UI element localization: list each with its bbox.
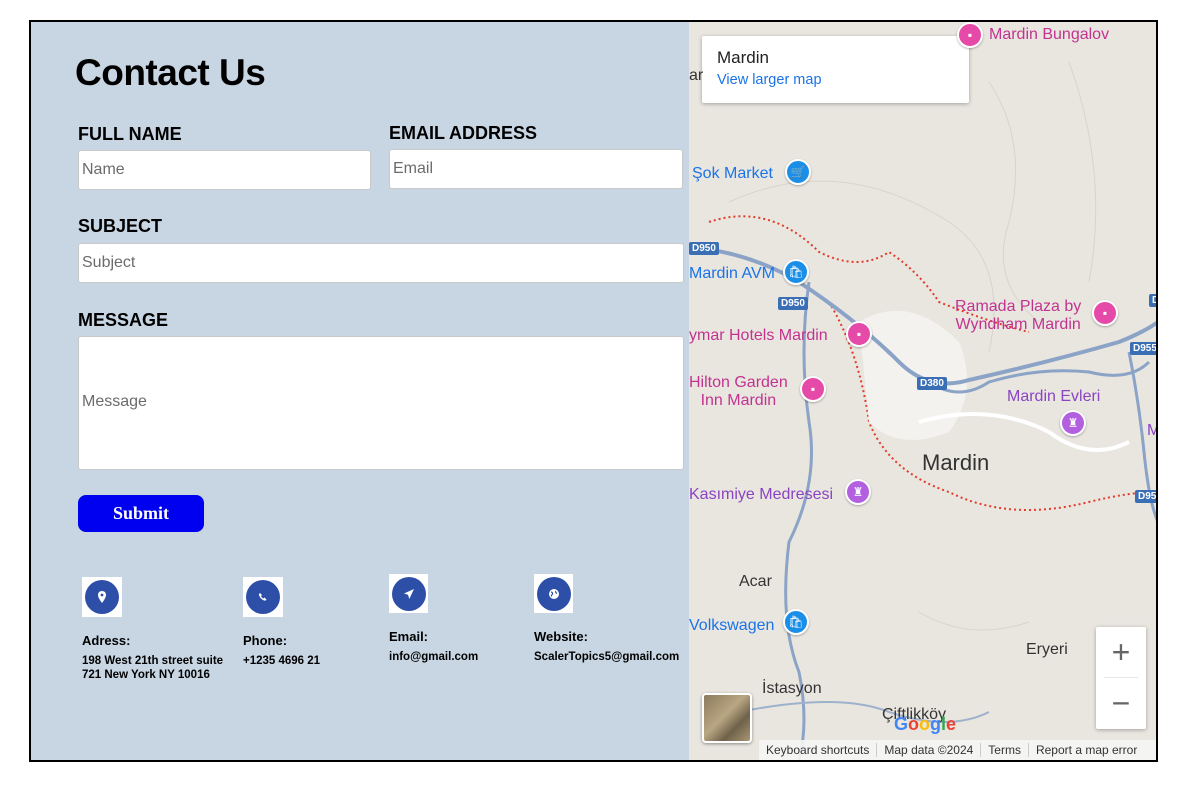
phone-icon: [246, 580, 280, 614]
view-larger-map-link[interactable]: View larger map: [717, 72, 954, 88]
address-value: 198 West 21th street suite 721 New York …: [82, 655, 224, 681]
road-label-d955: D955: [1130, 342, 1156, 355]
email-input[interactable]: [389, 149, 683, 189]
website-heading: Website:: [534, 629, 588, 644]
car-dealer-pin-icon[interactable]: 🛍: [783, 609, 809, 635]
email-address-label: EMAIL ADDRESS: [389, 123, 538, 143]
shopping-bag-pin-icon[interactable]: 🛍: [783, 259, 809, 285]
map-label-eryeri: Eryeri: [1026, 641, 1068, 658]
subject-label: SUBJECT: [78, 216, 163, 236]
place-name: Mardin: [717, 48, 769, 67]
map-label-mardin-bungalov[interactable]: Mardin Bungalov: [989, 26, 1109, 44]
zoom-out-button[interactable]: −: [1096, 678, 1146, 728]
map-data-text: Map data ©2024: [877, 743, 982, 757]
full-name-label: FULL NAME: [78, 124, 182, 144]
phone-value: +1235 4696 21: [243, 655, 321, 667]
contact-form-panel: Contact Us FULL NAME EMAIL ADDRESS SUBJE…: [31, 22, 689, 760]
hotel-pin-icon-aymar[interactable]: ▪: [846, 321, 872, 347]
map-label-volkswagen[interactable]: Volkswagen: [689, 617, 774, 635]
map-label-sok-market[interactable]: Şok Market: [692, 165, 773, 183]
website-value: ScalerTopics5@gmail.com: [534, 651, 680, 663]
phone-info: Phone: +1235 4696 21: [243, 577, 383, 668]
map-label-acar: Acar: [739, 573, 772, 590]
road-label-d: D: [1149, 294, 1156, 307]
map-label-hilton[interactable]: Hilton Garden Inn Mardin: [689, 374, 788, 410]
map-label-edge-m: M: [1147, 422, 1156, 440]
hotel-pin-icon-hilton[interactable]: ▪: [800, 376, 826, 402]
landmark-pin-icon-kasimiye[interactable]: ♜: [845, 479, 871, 505]
location-icon: [85, 580, 119, 614]
road-label-d95: D95: [1135, 490, 1156, 503]
satellite-toggle-thumbnail[interactable]: [702, 693, 752, 743]
email-info: Email: info@gmail.com: [389, 574, 529, 664]
map-label-aymar[interactable]: ymar Hotels Mardin: [689, 327, 828, 345]
road-label-d950-a: D950: [689, 242, 719, 255]
full-name-input[interactable]: [78, 150, 371, 190]
address-heading: Adress:: [82, 633, 131, 648]
send-icon: [391, 576, 426, 611]
page-title: Contact Us: [75, 52, 266, 93]
address-info: Adress: 198 West 21th street suite 721 N…: [82, 577, 232, 682]
google-logo: Google: [894, 714, 957, 734]
subject-input[interactable]: [78, 243, 684, 283]
submit-button[interactable]: Submit: [78, 495, 204, 532]
email-heading: Email:: [389, 629, 429, 644]
map-label-mardin-evleri[interactable]: Mardin Evleri: [1007, 388, 1100, 406]
map-label-edge-ar: ar: [689, 67, 704, 84]
contact-page-frame: Contact Us FULL NAME EMAIL ADDRESS SUBJE…: [29, 20, 1158, 762]
email-value: info@gmail.com: [389, 651, 479, 663]
zoom-controls: + −: [1096, 627, 1146, 729]
hotel-pin-icon[interactable]: ▪: [957, 22, 983, 48]
map-label-city-mardin: Mardin: [922, 450, 990, 475]
globe-icon: [536, 576, 571, 611]
map-footer: Keyboard shortcuts Map data ©2024 Terms …: [759, 740, 1156, 760]
website-info: Website: ScalerTopics5@gmail.com: [534, 574, 689, 664]
zoom-in-button[interactable]: +: [1096, 627, 1146, 677]
map-label-kasimiye[interactable]: Kasımiye Medresesi: [689, 486, 833, 504]
map-label-istasyon: İstasyon: [762, 680, 822, 697]
message-textarea[interactable]: [78, 336, 684, 470]
report-map-error-link[interactable]: Report a map error: [1029, 743, 1144, 757]
road-label-d950-b: D950: [778, 297, 808, 310]
keyboard-shortcuts-link[interactable]: Keyboard shortcuts: [759, 743, 878, 757]
hotel-pin-icon-ramada[interactable]: ▪: [1092, 300, 1118, 326]
map-label-ramada[interactable]: Ramada Plaza by Wyndham Mardin: [955, 298, 1081, 334]
landmark-pin-icon-evleri[interactable]: ♜: [1060, 410, 1086, 436]
shopping-cart-pin-icon[interactable]: 🛒: [785, 159, 811, 185]
message-label: MESSAGE: [78, 310, 169, 330]
phone-heading: Phone:: [243, 633, 288, 648]
place-card: Mardin View larger map: [702, 36, 969, 103]
terms-link[interactable]: Terms: [981, 743, 1029, 757]
map-label-mardin-avm[interactable]: Mardin AVM: [689, 265, 775, 283]
embedded-map[interactable]: Mardin View larger map ▪ Mardin Bungalov…: [689, 22, 1156, 760]
road-label-d380: D380: [917, 377, 947, 390]
